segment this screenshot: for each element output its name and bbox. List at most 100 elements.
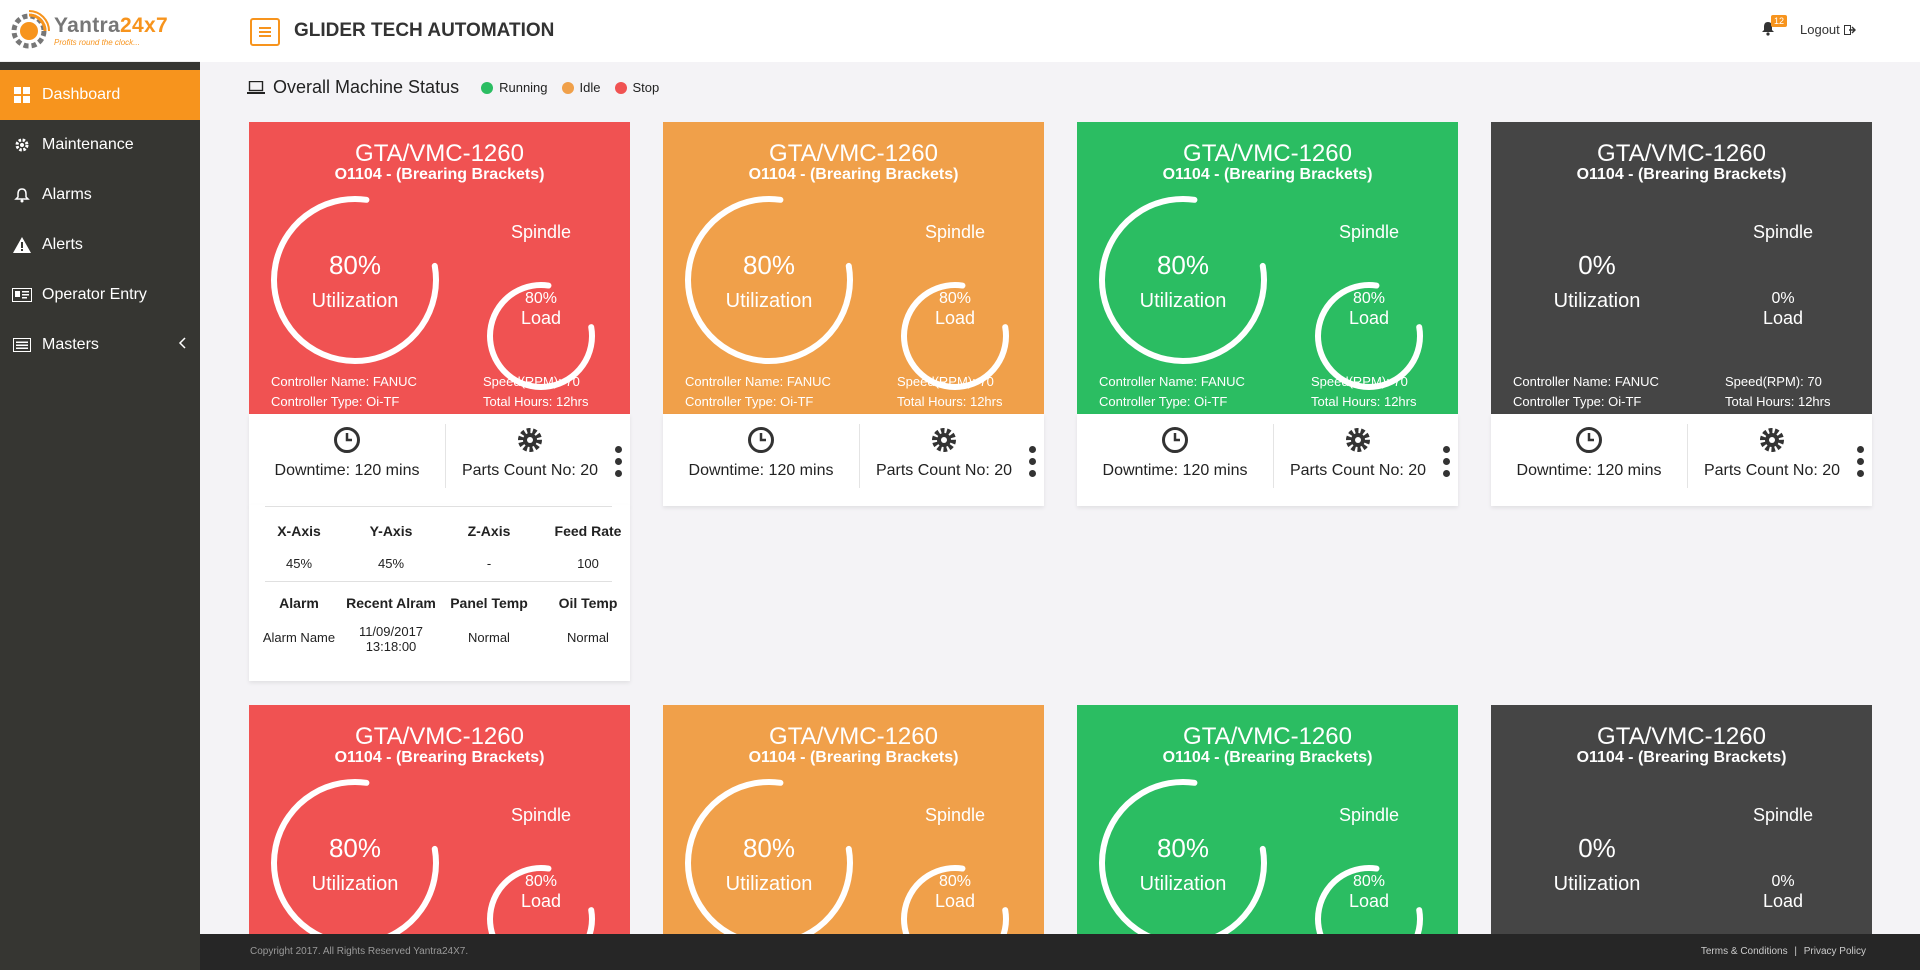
machine-card-header: GTA/VMC-1260 O1104 - (Brearing Brackets)… <box>1491 122 1872 414</box>
load-label: Load <box>1762 891 1804 911</box>
recent-alarm-date: 11/09/2017 <box>358 624 424 639</box>
laptop-icon <box>247 80 265 94</box>
parts-count-stat: Parts Count No: 20 <box>1274 426 1442 480</box>
downtime-stat: Downtime: 120 mins <box>1077 426 1273 480</box>
total-hours: Total Hours: 12hrs <box>483 394 589 409</box>
brand-tagline: Profits round the clock... <box>54 37 140 47</box>
load-percent: 80% <box>524 873 558 890</box>
machine-card[interactable]: GTA/VMC-1260 O1104 - (Brearing Brackets)… <box>1077 705 1458 970</box>
sidebar-item-label: Alarms <box>42 186 92 203</box>
chevron-left-icon[interactable] <box>178 336 186 354</box>
machine-card[interactable]: GTA/VMC-1260 O1104 - (Brearing Brackets)… <box>249 122 630 506</box>
feed-rate-value: 100 <box>577 556 599 571</box>
load-label: Load <box>1762 308 1804 328</box>
footer: Copyright 2017. All Rights Reserved Yant… <box>200 934 1920 970</box>
downtime-stat: Downtime: 120 mins <box>249 426 445 480</box>
machine-card[interactable]: GTA/VMC-1260 O1104 - (Brearing Brackets)… <box>1077 122 1458 506</box>
menu-toggle-button[interactable] <box>250 18 280 46</box>
downtime-text: Downtime: 120 mins <box>1516 462 1662 479</box>
spindle-label: Spindle <box>510 805 572 825</box>
utilization-label: Utilization <box>311 873 399 895</box>
warning-icon <box>12 235 32 255</box>
recent-alarm-time: 13:18:00 <box>365 639 417 654</box>
utilization-percent: 80% <box>1156 250 1210 280</box>
machine-program: O1104 - (Brearing Brackets) <box>1576 166 1787 183</box>
controller-name: Controller Name: FANUC <box>1099 374 1245 389</box>
machine-program: O1104 - (Brearing Brackets) <box>334 166 545 183</box>
status-title: Overall Machine Status <box>273 77 460 97</box>
brand-logo[interactable]: Yantra24x7 Profits round the clock... <box>0 0 200 62</box>
sidebar-item-dashboard[interactable]: Dashboard <box>0 70 200 120</box>
machine-card-header: GTA/VMC-1260 O1104 - (Brearing Brackets)… <box>1077 122 1458 414</box>
controller-type: Controller Type: Oi-TF <box>685 394 814 409</box>
machine-card[interactable]: GTA/VMC-1260 O1104 - (Brearing Brackets)… <box>1491 705 1872 970</box>
sidebar-item-label: Maintenance <box>42 136 134 153</box>
machine-card-header: GTA/VMC-1260 O1104 - (Brearing Brackets)… <box>663 705 1044 970</box>
machine-card-stats: Downtime: 120 mins Parts Count No: 20 <box>249 414 630 506</box>
machine-card[interactable]: GTA/VMC-1260 O1104 - (Brearing Brackets)… <box>249 705 630 970</box>
sidebar-item-maintenance[interactable]: Maintenance <box>0 120 200 170</box>
machine-name: GTA/VMC-1260 <box>1183 723 1352 750</box>
legend-label: Idle <box>579 80 601 95</box>
machine-card-header: GTA/VMC-1260 O1104 - (Brearing Brackets)… <box>1491 705 1872 970</box>
parts-count-text: Parts Count No: 20 <box>1703 462 1841 479</box>
sidebar-item-alerts[interactable]: Alerts <box>0 220 200 270</box>
utilization-percent: 80% <box>742 833 796 863</box>
legend-running: Running <box>481 80 548 95</box>
total-hours: Total Hours: 12hrs <box>897 394 1003 409</box>
utilization-label: Utilization <box>1553 290 1641 312</box>
machine-card-header: GTA/VMC-1260 O1104 - (Brearing Brackets)… <box>249 122 630 414</box>
sidebar-item-operator-entry[interactable]: Operator Entry <box>0 270 200 320</box>
sidebar-item-label: Dashboard <box>42 86 121 103</box>
spindle-speed: Speed(RPM): 70 <box>897 374 994 389</box>
recent-alarm-value: 11/09/2017 13:18:00 <box>341 624 441 654</box>
alarm-header: Alarm <box>279 595 319 611</box>
total-hours: Total Hours: 12hrs <box>1725 394 1831 409</box>
controller-type: Controller Type: Oi-TF <box>271 394 400 409</box>
logout-button[interactable]: Logout <box>1800 22 1856 37</box>
company-title: GLIDER TECH AUTOMATION <box>294 20 555 41</box>
machine-program: O1104 - (Brearing Brackets) <box>748 166 959 183</box>
machine-card[interactable]: GTA/VMC-1260 O1104 - (Brearing Brackets)… <box>663 705 1044 970</box>
sidebar: Yantra24x7 Profits round the clock... Da… <box>0 0 200 970</box>
copyright-text: Copyright 2017. All Rights Reserved Yant… <box>250 946 469 957</box>
downtime-text: Downtime: 120 mins <box>688 462 834 479</box>
machine-name: GTA/VMC-1260 <box>355 140 524 167</box>
parts-count-text: Parts Count No: 20 <box>1289 462 1427 479</box>
machine-card-header: GTA/VMC-1260 O1104 - (Brearing Brackets)… <box>1077 705 1458 970</box>
hamburger-icon <box>259 27 271 37</box>
running-dot <box>481 81 494 94</box>
id-card-icon <box>12 285 32 305</box>
legend-label: Stop <box>632 80 660 95</box>
logout-icon <box>1843 24 1856 35</box>
terms-link[interactable]: Terms & Conditions <box>1701 946 1788 957</box>
panel-temp-value: Normal <box>468 630 510 645</box>
legend-stop: Stop <box>614 80 660 95</box>
spindle-label: Spindle <box>924 222 986 242</box>
utilization-percent: 80% <box>328 250 382 280</box>
more-options-button[interactable] <box>1443 446 1450 477</box>
legend-idle: Idle <box>561 80 601 95</box>
utilization-label: Utilization <box>1139 290 1227 312</box>
utilization-percent: 80% <box>742 250 796 280</box>
dashboard-icon <box>12 85 32 105</box>
machine-card-header: GTA/VMC-1260 O1104 - (Brearing Brackets)… <box>663 122 1044 414</box>
more-options-button[interactable] <box>1857 446 1864 477</box>
spindle-speed: Speed(RPM): 70 <box>1311 374 1408 389</box>
controller-name: Controller Name: FANUC <box>1513 374 1659 389</box>
machine-program: O1104 - (Brearing Brackets) <box>334 749 545 766</box>
parts-count-text: Parts Count No: 20 <box>875 462 1013 479</box>
total-hours: Total Hours: 12hrs <box>1311 394 1417 409</box>
machine-card[interactable]: GTA/VMC-1260 O1104 - (Brearing Brackets)… <box>1491 122 1872 506</box>
more-options-button[interactable] <box>615 446 622 477</box>
downtime-text: Downtime: 120 mins <box>1102 462 1248 479</box>
machine-name: GTA/VMC-1260 <box>1183 140 1352 167</box>
machine-name: GTA/VMC-1260 <box>769 723 938 750</box>
machine-card[interactable]: GTA/VMC-1260 O1104 - (Brearing Brackets)… <box>663 122 1044 506</box>
sidebar-item-alarms[interactable]: Alarms <box>0 170 200 220</box>
machine-name: GTA/VMC-1260 <box>769 140 938 167</box>
clock-icon <box>748 427 774 453</box>
privacy-link[interactable]: Privacy Policy <box>1804 946 1866 957</box>
more-options-button[interactable] <box>1029 446 1036 477</box>
sidebar-item-masters[interactable]: Masters <box>0 320 200 370</box>
